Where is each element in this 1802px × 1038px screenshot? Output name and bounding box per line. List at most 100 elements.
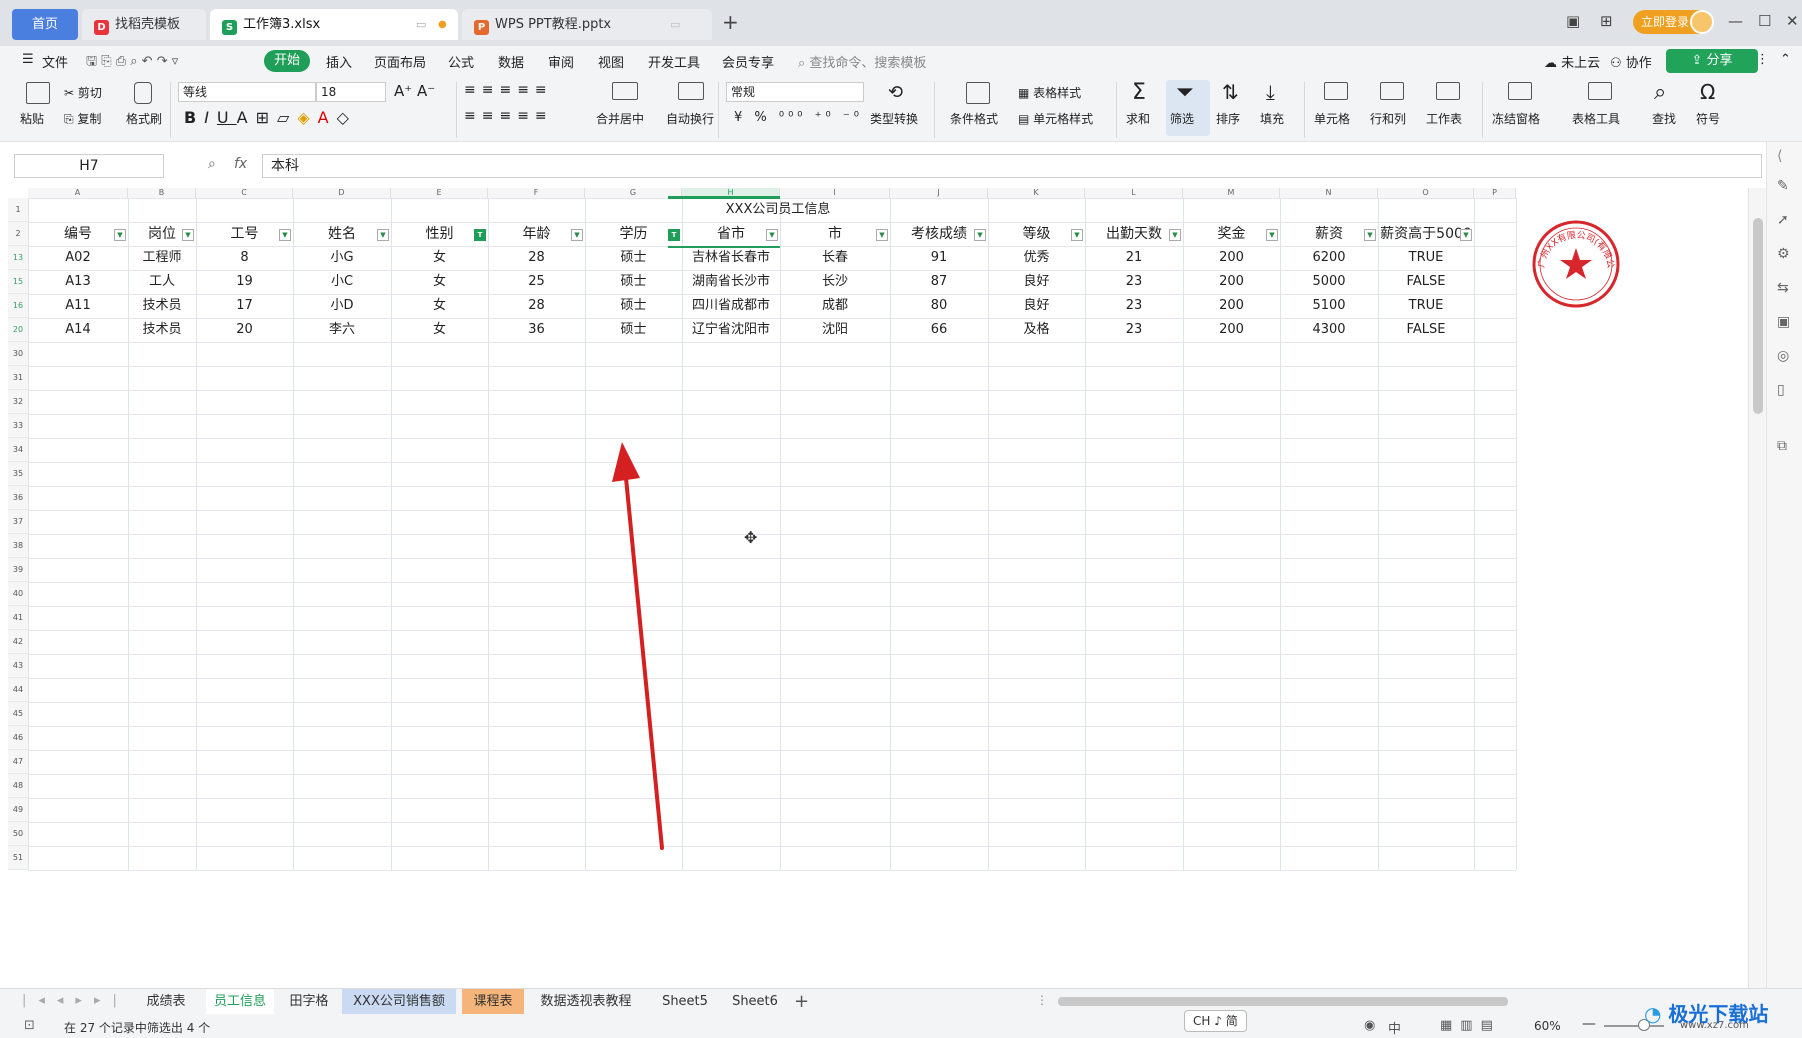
collapse-ribbon-icon[interactable]: ⌃: [1780, 52, 1791, 67]
column-header-K[interactable]: K: [988, 188, 1085, 198]
row-header[interactable]: 20: [8, 318, 28, 342]
table-cell[interactable]: 66: [890, 318, 988, 342]
zoom-out-icon[interactable]: —: [1582, 1016, 1596, 1032]
row-header[interactable]: 43: [8, 654, 28, 678]
fx-icon[interactable]: fx: [234, 156, 247, 172]
table-cell[interactable]: 5100: [1280, 294, 1378, 318]
monitor-icon[interactable]: ▭: [670, 9, 680, 40]
table-cell[interactable]: 技术员: [128, 318, 196, 342]
merge-icon[interactable]: [612, 82, 638, 100]
sum-button[interactable]: 求和: [1126, 110, 1150, 127]
cond-format-icon[interactable]: [966, 82, 990, 104]
table-cell[interactable]: TRUE: [1378, 294, 1474, 318]
eye-protection-icon[interactable]: ◉: [1364, 1018, 1375, 1033]
table-cell[interactable]: 200: [1183, 270, 1280, 294]
table-cell[interactable]: 28: [488, 246, 585, 270]
column-header-A[interactable]: A: [28, 188, 128, 198]
backup-icon[interactable]: ⧉: [1777, 438, 1787, 454]
close-icon[interactable]: ✕: [1786, 12, 1799, 30]
column-header-L[interactable]: L: [1085, 188, 1183, 198]
menu-insert[interactable]: 插入: [326, 52, 352, 71]
freeze-icon[interactable]: [1508, 82, 1532, 100]
table-cell[interactable]: 87: [890, 270, 988, 294]
row-header[interactable]: 36: [8, 486, 28, 510]
table-cell[interactable]: 硕士: [585, 318, 682, 342]
properties-icon[interactable]: ⚙: [1777, 246, 1790, 262]
table-cell[interactable]: 女: [391, 294, 488, 318]
rowcol-icon[interactable]: [1380, 82, 1404, 100]
table-cell[interactable]: 19: [196, 270, 293, 294]
menu-formula[interactable]: 公式: [448, 52, 474, 71]
font-style-group[interactable]: BIUA⊞▱◈A◇: [184, 108, 357, 127]
column-header-P[interactable]: P: [1474, 188, 1516, 198]
table-cell[interactable]: 成都: [780, 294, 890, 318]
filter-dropdown-icon[interactable]: ▼: [876, 229, 888, 241]
table-cell[interactable]: FALSE: [1378, 270, 1474, 294]
row-header[interactable]: 50: [8, 822, 28, 846]
merge-center-button[interactable]: 合并居中: [596, 110, 644, 127]
shape-icon[interactable]: ▱: [277, 108, 297, 127]
column-header-E[interactable]: E: [391, 188, 488, 198]
sort-button[interactable]: 排序: [1216, 110, 1240, 127]
table-cell[interactable]: 良好: [988, 270, 1085, 294]
spreadsheet-grid[interactable]: ABCDEFGHIJKLMNOP 1 2 13 15 16 20 30 31 32 33 34 35 3…: [8, 188, 1748, 988]
table-cell[interactable]: 李六: [293, 318, 391, 342]
row-header[interactable]: 13: [8, 246, 28, 270]
cond-format-button[interactable]: 条件格式: [950, 110, 998, 127]
menu-home[interactable]: 开始: [264, 50, 310, 72]
table-cell[interactable]: 工程师: [128, 246, 196, 270]
row-header[interactable]: 34: [8, 438, 28, 462]
scrollbar-thumb[interactable]: [1753, 218, 1763, 414]
row-header[interactable]: 48: [8, 774, 28, 798]
cut-button[interactable]: ✂ 剪切: [64, 84, 102, 101]
table-cell[interactable]: 6200: [1280, 246, 1378, 270]
row-header[interactable]: 32: [8, 390, 28, 414]
table-cell[interactable]: A02: [28, 246, 128, 270]
table-cell[interactable]: A13: [28, 270, 128, 294]
font-grow-icon[interactable]: A⁺ A⁻: [394, 82, 435, 100]
new-tab-button[interactable]: +: [722, 10, 739, 34]
font-size-select[interactable]: 18: [316, 82, 386, 102]
table-cell[interactable]: 200: [1183, 294, 1280, 318]
table-cell[interactable]: 技术员: [128, 294, 196, 318]
filter-dropdown-icon[interactable]: ▼: [1460, 229, 1472, 241]
tab-home[interactable]: 首页: [12, 9, 78, 40]
view-mode-icons[interactable]: ▦▥▤: [1440, 1018, 1501, 1033]
fill-button[interactable]: 填充: [1260, 110, 1284, 127]
sheet-tab[interactable]: XXX公司销售额: [342, 989, 456, 1014]
share-button[interactable]: ⇪ 分享: [1666, 49, 1758, 73]
find-icon[interactable]: ⌕: [1654, 80, 1666, 105]
row-header[interactable]: 30: [8, 342, 28, 366]
table-cell[interactable]: 女: [391, 318, 488, 342]
window-layout-icon[interactable]: ▣: [1566, 12, 1580, 30]
font-color-icon[interactable]: A: [318, 108, 337, 127]
worksheet-button[interactable]: 工作表: [1426, 110, 1462, 127]
cell-icon[interactable]: [1324, 82, 1348, 100]
table-cell[interactable]: 4300: [1280, 318, 1378, 342]
menu-developer[interactable]: 开发工具: [648, 52, 700, 71]
filter-dropdown-icon[interactable]: ▼: [1169, 229, 1181, 241]
table-cell[interactable]: 200: [1183, 318, 1280, 342]
zoom-formula-icon[interactable]: ⌕: [208, 156, 216, 172]
row-header[interactable]: 47: [8, 750, 28, 774]
filter-dropdown-icon[interactable]: ▼: [1266, 229, 1278, 241]
tab-workbook[interactable]: S 工作簿3.xlsx ▭ ●: [210, 9, 458, 40]
copy-button[interactable]: ⎘ 复制: [64, 110, 101, 127]
row-header[interactable]: 31: [8, 366, 28, 390]
row-header[interactable]: 42: [8, 630, 28, 654]
ime-indicator[interactable]: CH ♪ 简: [1184, 1010, 1247, 1032]
wrap-text-button[interactable]: 自动换行: [666, 110, 714, 127]
align-top-group[interactable]: ≡≡≡≡≡: [464, 82, 553, 98]
row-header[interactable]: 40: [8, 582, 28, 606]
filter-dropdown-icon[interactable]: ▼: [1071, 229, 1083, 241]
number-format-group[interactable]: ¥ % ⁰⁰⁰ ⁺⁰ ⁻⁰: [734, 110, 863, 125]
table-tools-icon[interactable]: [1588, 82, 1612, 100]
table-tools-button[interactable]: 表格工具: [1572, 110, 1620, 127]
strikethrough-icon[interactable]: A: [237, 108, 256, 127]
sheet-nav-arrows[interactable]: |◂◂▸▸|: [22, 993, 129, 1008]
sheet-tab[interactable]: 数据透视表教程: [526, 989, 646, 1014]
table-cell[interactable]: 21: [1085, 246, 1183, 270]
cell-style-button[interactable]: ▤ 单元格样式: [1018, 110, 1093, 127]
column-header-B[interactable]: B: [128, 188, 196, 198]
menu-page-layout[interactable]: 页面布局: [374, 52, 426, 71]
